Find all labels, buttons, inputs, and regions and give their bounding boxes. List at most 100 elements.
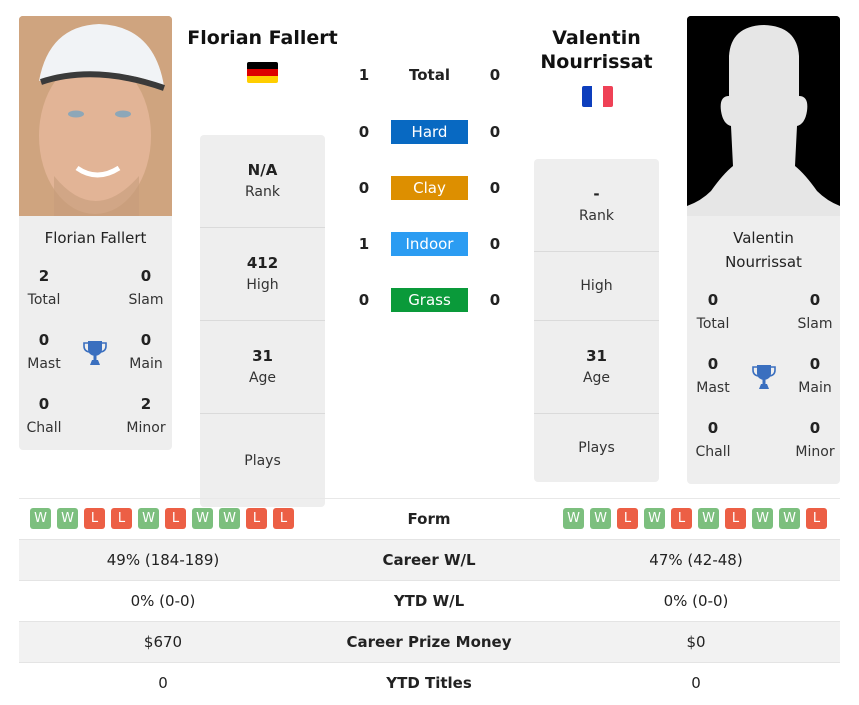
player1-titles: 2 Total 0 Slam 0 Mast 0 Main 0 Chall 2 M… [19,250,172,450]
stat-label: Age [582,370,611,386]
titles-value: 2 [38,267,50,285]
stat-value: 412 [246,254,279,272]
player2-name-line2: Nourrissat [540,51,653,73]
form-win-badge[interactable]: W [192,508,213,529]
player1-card: Florian Fallert 2 Total 0 Slam 0 Mast 0 … [19,16,172,450]
form-win-badge[interactable]: W [30,508,51,529]
player1-high: 412 High [200,228,325,321]
player2-name[interactable]: Valentin Nourrissat [520,26,673,74]
player2-stats: - Rank High 31 Age Plays [534,159,659,482]
stat-value: 31 [252,347,273,365]
h2h-p2-count: 0 [489,123,501,141]
h2h-p1-count: 0 [358,123,370,141]
h2h-hard: 0 Hard 0 [340,120,520,144]
titles-value: 0 [38,331,50,349]
form-win-badge[interactable]: W [644,508,665,529]
player2-titles-minor: 0 Minor [785,418,840,462]
stat-label: Plays [578,440,615,456]
player1-face-image [19,16,172,216]
h2h-p1-count: 0 [358,179,370,197]
form-loss-badge[interactable]: L [111,508,132,529]
player2-card: Valentin Nourrissat 0 Total 0 Slam 0 Mas… [687,16,840,484]
player1-titles-total: 2 Total [19,266,74,310]
form-win-badge[interactable]: W [779,508,800,529]
trophy-icon [752,364,776,390]
h2h-p2-count: 0 [489,66,501,84]
form-loss-badge[interactable]: L [806,508,827,529]
player1-age: 31 Age [200,321,325,414]
player2-plays: Plays [534,414,659,482]
player1-plays: Plays [200,414,325,507]
player1-value: 49% (184-189) [106,551,220,569]
player1-photo[interactable] [19,16,172,216]
stat-value: - [593,185,600,203]
table-row-ytd-wl: 0% (0-0) YTD W/L 0% (0-0) [19,580,840,621]
h2h-p2-count: 0 [489,291,501,309]
form-loss-badge[interactable]: L [617,508,638,529]
titles-label: Mast [27,356,61,372]
h2h-total: 1 Total 0 [340,63,520,87]
titles-value: 0 [809,419,821,437]
player2-high: High [534,252,659,321]
titles-value: 0 [140,267,152,285]
germany-flag-icon [247,62,278,83]
player1-form: WWLLWLWWLL [30,508,294,529]
surface-grass-badge[interactable]: Grass [391,288,468,312]
titles-label: Minor [126,420,166,436]
form-loss-badge[interactable]: L [725,508,746,529]
player2-value: $0 [686,633,706,651]
form-loss-badge[interactable]: L [246,508,267,529]
titles-value: 2 [140,395,152,413]
stat-label: High [246,277,279,293]
form-loss-badge[interactable]: L [165,508,186,529]
player1-rank: N/A Rank [200,135,325,228]
player1-titles-mast: 0 Mast [19,330,74,374]
titles-value: 0 [809,355,821,373]
form-loss-badge[interactable]: L [84,508,105,529]
form-win-badge[interactable]: W [563,508,584,529]
player2-titles-chall: 0 Chall [687,418,743,462]
form-win-badge[interactable]: W [138,508,159,529]
player1-value: 0 [158,674,168,692]
h2h-grass: 0 Grass 0 [340,288,520,312]
stat-value: 31 [586,347,607,365]
player2-titles-mast: 0 Mast [687,354,743,398]
player1-name[interactable]: Florian Fallert [180,26,345,50]
stat-label: High [580,278,613,294]
player1-titles-slam: 0 Slam [116,266,172,310]
titles-label: Slam [797,316,833,332]
surface-hard-badge[interactable]: Hard [391,120,468,144]
titles-label: Total [696,316,730,332]
player1-card-name[interactable]: Florian Fallert [19,216,172,250]
row-label: Career Prize Money [346,633,512,651]
player2-photo[interactable] [687,16,840,216]
form-loss-badge[interactable]: L [273,508,294,529]
player1-stats: N/A Rank 412 High 31 Age Plays [200,135,325,507]
player2-name-line1: Valentin [552,27,641,49]
player2-titles-slam: 0 Slam [785,290,840,334]
titles-value: 0 [707,355,719,373]
stat-label: Rank [579,208,614,224]
form-win-badge[interactable]: W [219,508,240,529]
titles-value: 0 [809,291,821,309]
form-win-badge[interactable]: W [698,508,719,529]
form-win-badge[interactable]: W [752,508,773,529]
stat-label: Rank [245,184,280,200]
form-win-badge[interactable]: W [57,508,78,529]
h2h-p2-count: 0 [489,179,501,197]
titles-label: Main [129,356,163,372]
form-win-badge[interactable]: W [590,508,611,529]
player2-age: 31 Age [534,321,659,414]
player2-card-name[interactable]: Valentin Nourrissat [687,216,840,274]
h2h-p1-count: 0 [358,291,370,309]
row-label: Career W/L [382,551,476,569]
surface-indoor-badge[interactable]: Indoor [391,232,468,256]
player2-value: 0 [691,674,701,692]
h2h-p1-count: 1 [358,66,370,84]
trophy-icon [83,340,107,366]
stat-label: Plays [244,452,281,469]
titles-label: Chall [695,444,731,460]
form-loss-badge[interactable]: L [671,508,692,529]
surface-clay-badge[interactable]: Clay [391,176,468,200]
titles-label: Total [27,292,61,308]
